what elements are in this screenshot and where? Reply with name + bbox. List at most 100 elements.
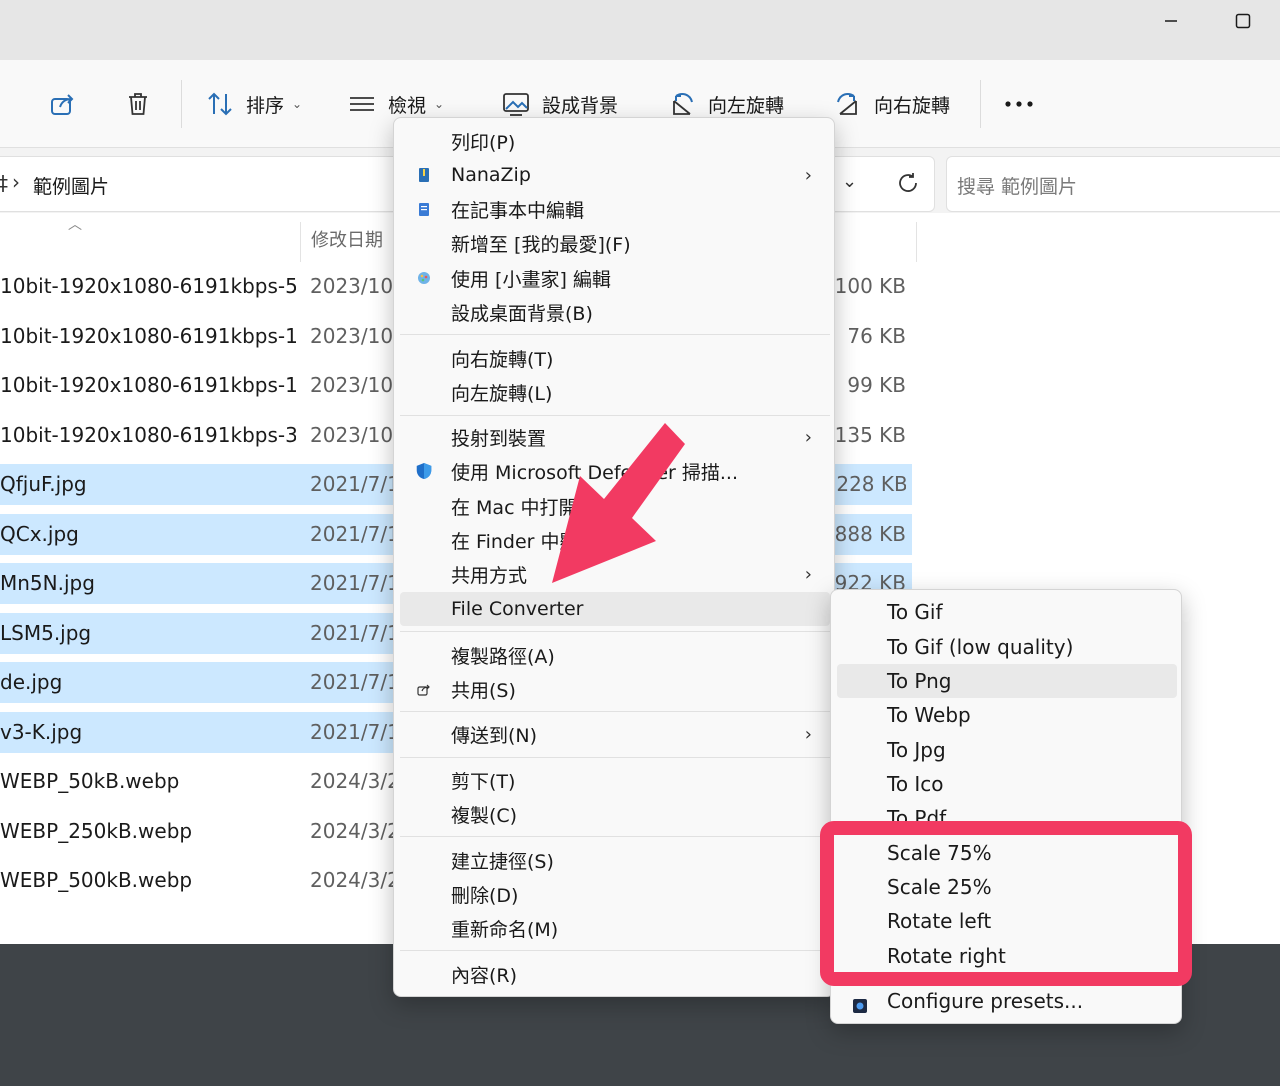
set-background-label: 設成背景 <box>542 94 619 117</box>
menu-item-label: 投射到裝置 <box>451 427 547 450</box>
defender-shield-icon <box>416 463 432 479</box>
context-menu-item[interactable]: 設成桌面背景(B) <box>400 295 830 329</box>
file-date: 2023/10/ <box>310 274 394 298</box>
menu-separator <box>400 415 830 416</box>
submenu-item[interactable]: To Ico <box>837 767 1177 801</box>
menu-item-label: 刪除(D) <box>451 884 519 907</box>
sort-arrows-icon <box>208 92 232 116</box>
submenu-item-label: To Gif (low quality) <box>887 635 1074 659</box>
file-date: 2021/7/1 <box>310 472 394 496</box>
file-date: 2021/7/1 <box>310 720 394 744</box>
file-size: 100 KB <box>834 274 906 298</box>
file-date: 2021/7/1 <box>310 670 394 694</box>
column-header-date[interactable]: 修改日期 <box>311 226 383 260</box>
submenu-item[interactable]: To Gif <box>837 595 1177 629</box>
delete-button[interactable] <box>124 84 152 124</box>
maximize-icon <box>1235 13 1251 29</box>
file-name: Mn5N.jpg <box>0 571 95 595</box>
rotate-right-button[interactable]: 向右旋轉 <box>834 84 950 124</box>
submenu-item-label: To Ico <box>887 772 944 796</box>
file-name: v3-K.jpg <box>0 720 83 744</box>
column-divider <box>300 222 301 262</box>
menu-item-label: 剪下(T) <box>451 770 516 793</box>
submenu-item[interactable]: To Gif (low quality) <box>837 630 1177 664</box>
search-input[interactable]: 搜尋 範例圖片 <box>946 156 1280 212</box>
file-name: 10bit-1920x1080-6191kbps-1... <box>0 373 296 397</box>
context-menu-item[interactable]: 剪下(T) <box>400 763 830 797</box>
address-history-chevron-icon[interactable]: ⌄ <box>842 171 857 192</box>
context-menu-item[interactable]: 列印(P) <box>400 124 830 158</box>
breadcrumb-separator: › <box>12 170 20 194</box>
menu-separator <box>400 711 830 712</box>
minimize-icon <box>1165 20 1177 22</box>
context-menu-item[interactable]: NanaZip › <box>400 158 830 192</box>
sort-button[interactable]: 排序 ⌄ <box>206 84 302 124</box>
rotate-left-icon <box>673 93 693 115</box>
menu-item-label: 複製(C) <box>451 804 518 827</box>
context-menu-item[interactable]: 在記事本中編輯 <box>400 192 830 226</box>
menu-item-label: 傳送到(N) <box>451 724 538 747</box>
submenu-item-label: To Webp <box>887 703 971 727</box>
maximize-button[interactable] <box>1208 0 1278 42</box>
file-name: 10bit-1920x1080-6191kbps-1... <box>0 324 296 348</box>
context-menu-item[interactable]: 刪除(D) <box>400 877 830 911</box>
context-menu-item[interactable]: 向右旋轉(T) <box>400 341 830 375</box>
context-menu-item[interactable]: 使用 [小畫家] 編輯 <box>400 261 830 295</box>
submenu-chevron-icon: › <box>804 426 812 448</box>
context-menu-item[interactable]: 建立捷徑(S) <box>400 843 830 877</box>
notepad-icon <box>416 201 432 217</box>
context-menu-item[interactable]: 向左旋轉(L) <box>400 375 830 409</box>
menu-item-label: 內容(R) <box>451 964 518 987</box>
breadcrumb-folder[interactable]: 範例圖片 <box>33 172 109 199</box>
rotate-left-label: 向左旋轉 <box>708 94 785 117</box>
menu-item-label: 設成桌面背景(B) <box>451 302 593 325</box>
file-date: 2024/3/2 <box>310 769 394 793</box>
minimize-button[interactable] <box>1136 0 1206 42</box>
chevron-down-icon: ⌄ <box>292 97 303 111</box>
menu-item-label: 列印(P) <box>451 131 516 154</box>
file-name: QCx.jpg <box>0 522 79 546</box>
file-size: ,228 KB <box>830 472 906 496</box>
file-date: 2023/10/ <box>310 324 394 348</box>
file-name: LSM5.jpg <box>0 621 92 645</box>
share-button[interactable] <box>48 84 76 124</box>
context-menu-item[interactable]: 複製(C) <box>400 797 830 831</box>
chevron-down-icon: ⌄ <box>434 97 445 111</box>
context-menu-item[interactable]: File Converter <box>400 592 830 626</box>
menu-item-label: 建立捷徑(S) <box>451 850 554 873</box>
refresh-icon[interactable] <box>896 171 920 195</box>
submenu-item[interactable]: To Png <box>837 664 1177 698</box>
file-date: 2023/10/ <box>310 423 394 447</box>
context-menu-item[interactable]: 傳送到(N) › <box>400 717 830 751</box>
file-name: QfjuF.jpg <box>0 472 87 496</box>
desktop-background-icon <box>503 93 529 116</box>
context-menu-item[interactable]: 重新命名(M) <box>400 911 830 945</box>
context-menu-item[interactable]: 共用(S) <box>400 672 830 706</box>
submenu-item[interactable]: Configure presets... <box>837 984 1177 1018</box>
view-list-icon <box>350 97 374 111</box>
sort-label: 排序 <box>246 94 285 117</box>
file-name: 10bit-1920x1080-6191kbps-50 <box>0 274 296 298</box>
file-size: 99 KB <box>847 373 906 397</box>
more-options-button[interactable] <box>1004 84 1034 124</box>
context-menu-item[interactable]: 新增至 [我的最愛](F) <box>400 226 830 260</box>
menu-separator <box>400 950 830 951</box>
context-menu-item[interactable]: 複製路徑(A) <box>400 638 830 672</box>
view-label: 檢視 <box>388 94 427 117</box>
nanazip-icon <box>416 167 432 183</box>
submenu-item[interactable]: To Jpg <box>837 733 1177 767</box>
file-name: WEBP_50kB.webp <box>0 769 180 793</box>
rotate-right-icon <box>837 93 857 115</box>
pointer-arrow-annotation <box>552 423 685 583</box>
toolbar-divider <box>980 80 981 128</box>
file-date: 2024/3/2 <box>310 819 394 843</box>
menu-separator <box>400 334 830 335</box>
submenu-item-label: To Jpg <box>887 738 946 762</box>
breadcrumb-fragment: ‡ <box>0 171 8 195</box>
file-converter-icon <box>853 994 867 1018</box>
submenu-item-label: Configure presets... <box>887 989 1084 1013</box>
rotate-right-label: 向右旋轉 <box>874 94 951 117</box>
context-menu-item[interactable]: 內容(R) <box>400 957 830 991</box>
menu-item-label: 複製路徑(A) <box>451 645 555 668</box>
submenu-item[interactable]: To Webp <box>837 698 1177 732</box>
